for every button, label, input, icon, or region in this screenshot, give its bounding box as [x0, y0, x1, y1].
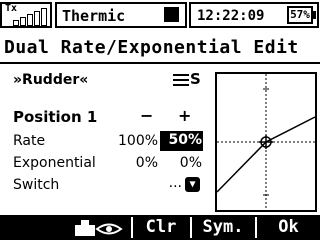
status-bar: Tx Thermic 12:22:09 57%	[0, 0, 320, 30]
battery-icon: 57%	[287, 6, 313, 24]
dual-rate-expo-screen: Tx Thermic 12:22:09 57% Dual Rate/Expone…	[0, 0, 320, 240]
ok-button[interactable]: Ok	[257, 215, 320, 240]
position-label: Position 1	[13, 108, 98, 126]
symmetric-button[interactable]: Sym.	[192, 215, 254, 240]
rate-label: Rate	[13, 133, 46, 149]
control-name[interactable]: »Rudder«	[13, 71, 88, 89]
servo-view-icon	[75, 220, 123, 236]
model-name: Thermic	[62, 7, 126, 25]
servo-view-button[interactable]	[68, 215, 130, 240]
battery-tip	[313, 11, 316, 19]
signal-bars-icon	[13, 8, 49, 26]
page-title: Dual Rate/Exponential Edit	[4, 37, 299, 58]
exponential-label: Exponential	[13, 155, 96, 171]
softkey-bar: Clr Sym. Ok	[0, 215, 320, 240]
switch-value[interactable]: ...	[158, 174, 182, 192]
rate-minus-value[interactable]: 100%	[118, 132, 158, 150]
rate-curve-graph	[215, 72, 317, 212]
rate-plus-value[interactable]: 50%	[160, 131, 203, 151]
clock: 12:22:09	[197, 8, 265, 24]
battery-percent: 57%	[290, 8, 310, 21]
tx-signal-indicator: Tx	[0, 2, 52, 28]
trim-label: S	[190, 70, 201, 88]
page-title-bar: Dual Rate/Exponential Edit	[0, 34, 320, 64]
clear-button[interactable]: Clr	[133, 215, 189, 240]
clock-box: 12:22:09 57%	[189, 2, 319, 28]
exponential-minus-value[interactable]: 0%	[118, 154, 158, 172]
timer-stop-icon	[164, 7, 179, 22]
plus-side-header: +	[178, 106, 192, 125]
switch-arrow-icon[interactable]: ▼	[185, 177, 200, 192]
switch-label: Switch	[13, 177, 60, 193]
exponential-plus-value[interactable]: 0%	[160, 154, 202, 172]
minus-side-header: −	[140, 106, 154, 125]
